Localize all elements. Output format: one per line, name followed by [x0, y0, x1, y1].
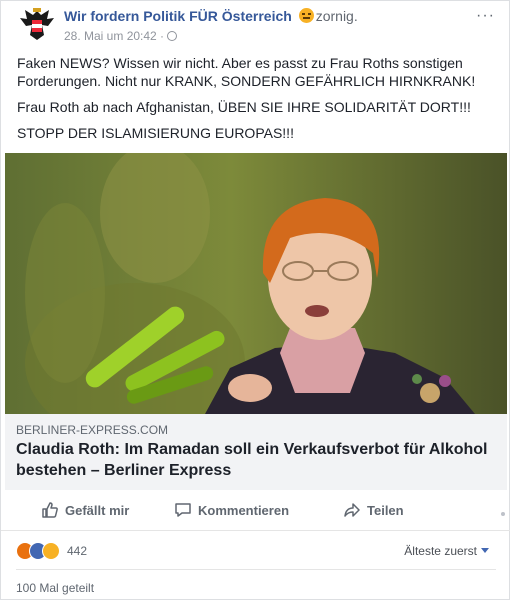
link-headline[interactable]: Claudia Roth: Im Ramadan soll ein Verkau…: [16, 439, 496, 481]
comment-sort-dropdown[interactable]: Älteste zuerst: [404, 544, 489, 558]
page-avatar-austrian-eagle[interactable]: [16, 7, 58, 43]
share-button-label: Teilen: [367, 503, 404, 518]
comment-button[interactable]: Kommentieren: [174, 501, 289, 519]
share-count-link[interactable]: 100 Mal geteilt: [16, 581, 94, 595]
facebook-post: Wir fordern Politik FÜR Österreich zorni…: [0, 0, 510, 600]
post-action-bar: Gefällt mir Kommentieren Teilen: [1, 490, 510, 531]
post-message: Faken NEWS? Wissen wir nicht. Aber es pa…: [17, 54, 497, 150]
link-preview-image[interactable]: [5, 153, 507, 414]
post-meta: 28. Mai um 20:42 ·: [64, 29, 178, 43]
share-arrow-icon: [344, 503, 360, 517]
like-button[interactable]: Gefällt mir: [41, 501, 129, 519]
share-button[interactable]: Teilen: [343, 501, 404, 519]
dot-icon[interactable]: [501, 512, 505, 516]
link-preview-card[interactable]: BERLINER-EXPRESS.COM Claudia Roth: Im Ra…: [5, 414, 507, 490]
post-paragraph: Faken NEWS? Wissen wir nicht. Aber es pa…: [17, 55, 476, 89]
page-name-link[interactable]: Wir fordern Politik FÜR Österreich: [64, 8, 292, 24]
feeling-text: zornig.: [315, 8, 358, 24]
like-button-label: Gefällt mir: [65, 503, 130, 518]
caret-down-icon: [481, 548, 489, 553]
divider: [16, 569, 496, 570]
thumbs-up-icon: [42, 502, 58, 518]
reaction-count: 442: [67, 544, 88, 558]
haha-reaction-icon: [42, 542, 60, 560]
post-timestamp[interactable]: 28. Mai um 20:42 ·: [64, 29, 164, 43]
post-paragraph: STOPP DER ISLAMISIERUNG EUROPAS!!!: [17, 125, 294, 141]
globe-icon: [167, 31, 178, 41]
angry-face-icon: [298, 8, 314, 23]
post-paragraph: Frau Roth ab nach Afghanistan, ÜBEN SIE …: [17, 99, 471, 115]
comment-button-label: Kommentieren: [198, 503, 290, 518]
comment-icon: [175, 503, 191, 517]
post-options-button[interactable]: ···: [476, 7, 495, 25]
post-header-title: Wir fordern Politik FÜR Österreich zorni…: [64, 8, 358, 24]
link-domain: BERLINER-EXPRESS.COM: [16, 423, 169, 437]
ellipsis-icon: ···: [476, 7, 495, 24]
comment-sort-label: Älteste zuerst: [404, 544, 477, 558]
